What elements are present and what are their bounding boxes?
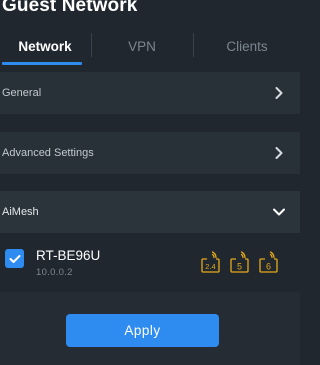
aimesh-node-row: RT-BE96U 10.0.0.2 2.4 5 6 bbox=[0, 235, 300, 287]
wifi-band-6ghz-icon: 6 bbox=[258, 248, 279, 274]
action-bar: Apply bbox=[0, 292, 300, 365]
aimesh-node-checkbox[interactable] bbox=[5, 249, 24, 268]
tab-vpn[interactable]: VPN bbox=[92, 26, 192, 66]
section-advanced-settings[interactable]: Advanced Settings bbox=[0, 132, 300, 174]
band-label: 5 bbox=[237, 262, 242, 272]
section-advanced-settings-label: Advanced Settings bbox=[2, 147, 94, 159]
section-general[interactable]: General bbox=[0, 72, 300, 114]
section-aimesh[interactable]: AiMesh bbox=[0, 191, 300, 233]
tab-clients[interactable]: Clients bbox=[194, 26, 300, 66]
tab-bar: Network VPN Clients bbox=[0, 26, 300, 66]
guest-network-page: Guest Network Network VPN Clients Genera… bbox=[0, 0, 300, 365]
band-label: 2.4 bbox=[205, 262, 215, 271]
apply-button[interactable]: Apply bbox=[66, 314, 219, 347]
aimesh-node-ip: 10.0.0.2 bbox=[36, 267, 73, 278]
section-aimesh-label: AiMesh bbox=[2, 206, 39, 218]
aimesh-node-name: RT-BE96U bbox=[36, 248, 101, 263]
chevron-right-icon bbox=[272, 86, 286, 100]
page-title: Guest Network bbox=[2, 0, 138, 16]
wifi-band-5ghz-icon: 5 bbox=[229, 248, 250, 274]
tab-network[interactable]: Network bbox=[0, 26, 90, 66]
active-tab-indicator bbox=[2, 62, 82, 65]
chevron-right-icon bbox=[272, 146, 286, 160]
wifi-band-2-4ghz-icon: 2.4 bbox=[200, 248, 221, 274]
section-general-label: General bbox=[2, 87, 42, 99]
chevron-down-icon bbox=[272, 205, 286, 219]
band-label: 6 bbox=[266, 262, 271, 272]
checkmark-icon bbox=[9, 254, 20, 263]
